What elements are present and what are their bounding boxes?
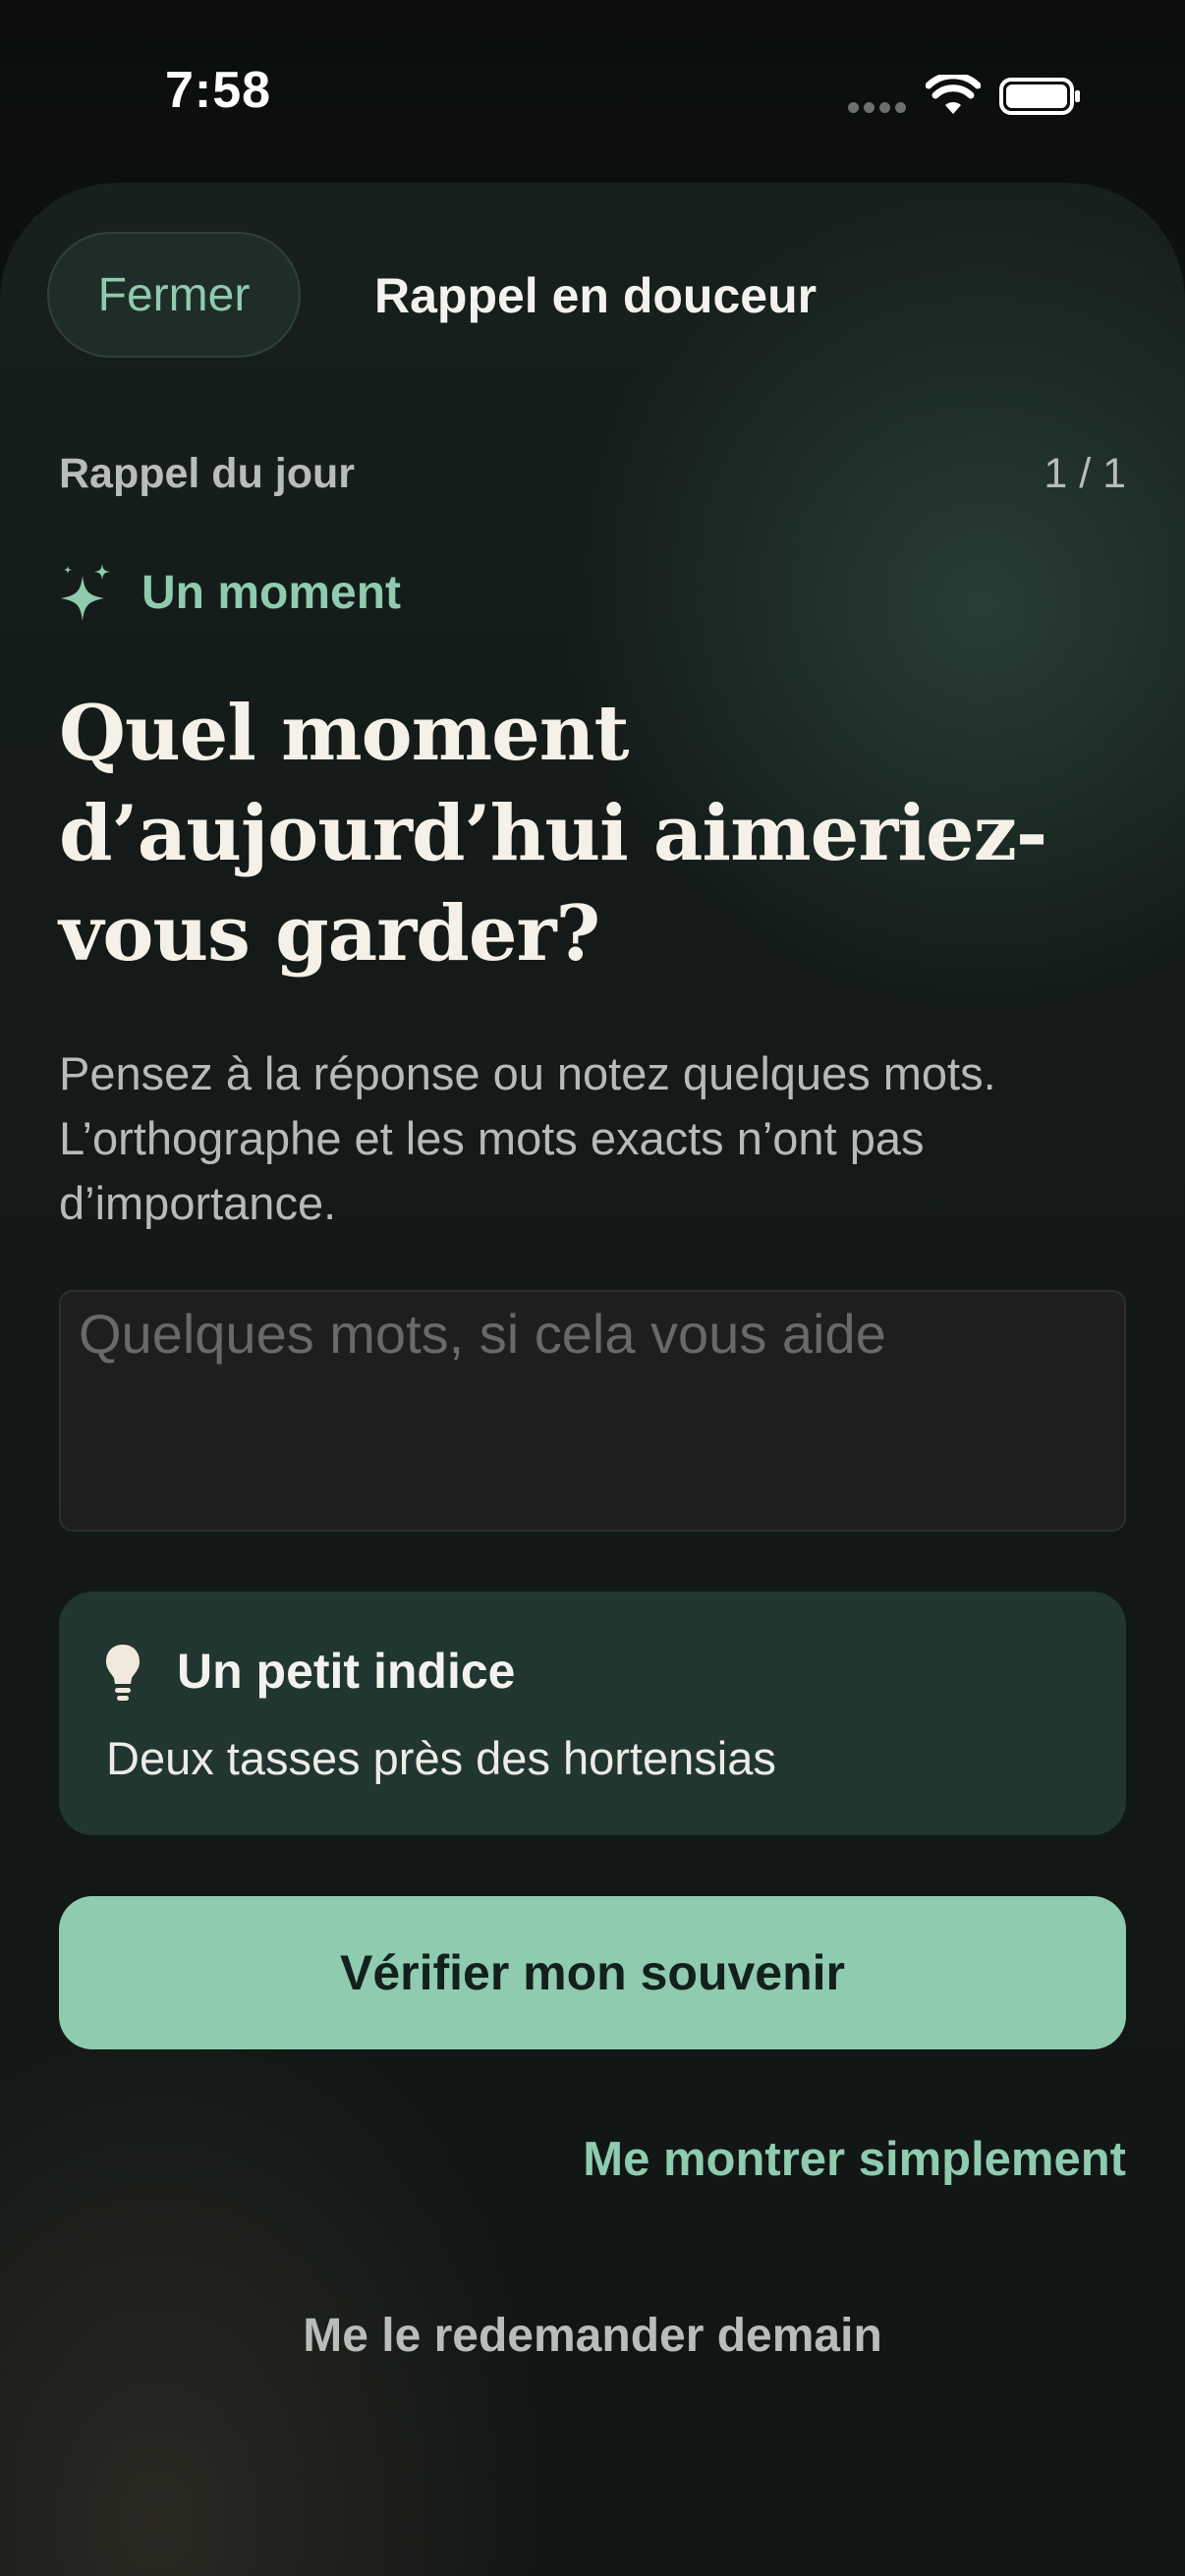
sparkle-icon [61, 564, 110, 621]
answer-input[interactable] [59, 1290, 1126, 1532]
close-button[interactable]: Fermer [47, 232, 301, 358]
ask-tomorrow-link[interactable]: Me le redemander demain [0, 2309, 1185, 2363]
hint-text: Deux tasses près des hortensias [106, 1732, 776, 1784]
category-label: Un moment [141, 566, 401, 619]
session-label: Rappel du jour [59, 450, 355, 497]
reminder-sheet: Fermer Rappel en douceur Rappel du jour … [0, 183, 1185, 2576]
screen: 7:58 Fermer Rappel en douceur Rappel du … [0, 0, 1185, 2576]
show-answer-link[interactable]: Me montrer simplement [583, 2132, 1126, 2187]
status-bar: 7:58 [0, 0, 1185, 187]
instruction-text: Pensez à la réponse ou notez quelques mo… [59, 1047, 996, 1229]
progress-counter: 1 / 1 [1044, 450, 1126, 497]
hint-card: Un petit indice Deux tasses près des hor… [59, 1592, 1126, 1835]
category-row: Un moment [59, 562, 401, 623]
verify-memory-button[interactable]: Vérifier mon souvenir [59, 1896, 1126, 2049]
battery-icon [999, 78, 1080, 115]
cellular-signal-icon [848, 102, 907, 114]
sheet-title: Rappel en douceur [374, 268, 818, 323]
question-heading: Quel moment d’aujourd’hui aimeriez-vous … [59, 689, 1047, 979]
hint-title: Un petit indice [177, 1644, 516, 1699]
lightbulb-icon [106, 1645, 140, 1701]
wifi-icon [926, 75, 981, 114]
status-time: 7:58 [165, 62, 272, 119]
